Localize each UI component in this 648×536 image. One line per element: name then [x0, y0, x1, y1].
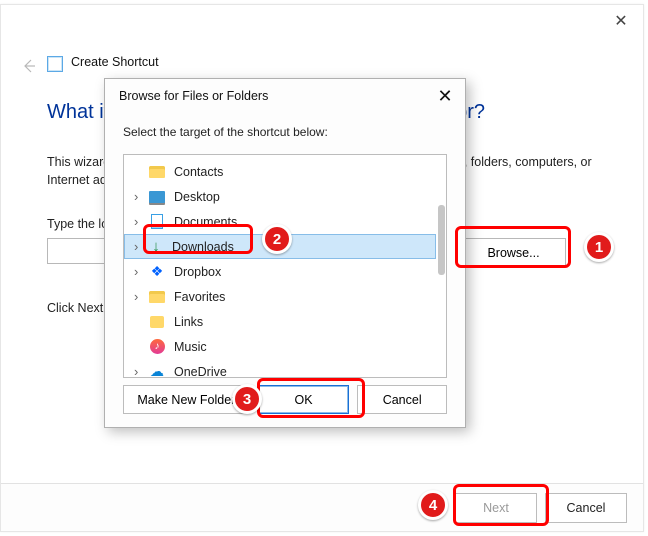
document-icon: [148, 214, 166, 230]
tree-item-label: Downloads: [172, 240, 234, 254]
tree-item-label: Favorites: [174, 290, 225, 304]
tree-item-onedrive[interactable]: ☁ OneDrive: [124, 359, 436, 378]
dropbox-icon: ❖: [148, 264, 166, 280]
tree-item-label: Music: [174, 340, 207, 354]
tree-item-downloads[interactable]: ↓ Downloads: [124, 234, 436, 259]
cancel-dialog-button[interactable]: Cancel: [357, 385, 447, 414]
tree-item-favorites[interactable]: Favorites: [124, 284, 436, 309]
desktop-icon: [148, 189, 166, 205]
folder-icon: [148, 314, 166, 330]
tree-item-desktop[interactable]: Desktop: [124, 184, 436, 209]
scrollbar-thumb[interactable]: [438, 205, 445, 275]
ok-button[interactable]: OK: [258, 385, 350, 414]
download-icon: ↓: [148, 239, 164, 255]
window-title: Create Shortcut: [71, 55, 159, 69]
shortcut-icon: [47, 56, 63, 72]
browse-button[interactable]: Browse...: [461, 238, 566, 267]
music-icon: ♪: [148, 339, 166, 355]
make-new-folder-button[interactable]: Make New Folder: [123, 385, 250, 414]
tree-item-label: OneDrive: [174, 365, 227, 379]
folder-tree[interactable]: Contacts Desktop Documents ↓ Downloads ❖…: [123, 154, 447, 378]
tree-item-label: Desktop: [174, 190, 220, 204]
tree-item-dropbox[interactable]: ❖ Dropbox: [124, 259, 436, 284]
tree-item-contacts[interactable]: Contacts: [124, 159, 436, 184]
arrow-left-icon: [19, 57, 37, 75]
tree-item-music[interactable]: ♪ Music: [124, 334, 436, 359]
onedrive-icon: ☁: [148, 364, 166, 379]
footer: Next Cancel: [1, 483, 643, 531]
dialog-buttons: Make New Folder OK Cancel: [123, 385, 447, 415]
close-icon: ✕: [614, 11, 627, 31]
dialog-close-button[interactable]: ✕: [433, 85, 457, 107]
tree-item-documents[interactable]: Documents: [124, 209, 436, 234]
next-button[interactable]: Next: [455, 493, 537, 523]
tree-item-label: Dropbox: [174, 265, 221, 279]
tree-item-label: Links: [174, 315, 203, 329]
dialog-instruction: Select the target of the shortcut below:: [123, 125, 328, 139]
folder-tree-inner: Contacts Desktop Documents ↓ Downloads ❖…: [124, 155, 436, 377]
folder-icon: [148, 164, 166, 180]
browse-dialog: Browse for Files or Folders ✕ Select the…: [104, 78, 466, 428]
back-button[interactable]: [19, 57, 37, 78]
tree-item-label: Contacts: [174, 165, 223, 179]
tree-item-label: Documents: [174, 215, 237, 229]
tree-item-links[interactable]: Links: [124, 309, 436, 334]
close-icon: ✕: [437, 86, 452, 107]
dialog-title: Browse for Files or Folders: [119, 89, 268, 103]
cancel-button[interactable]: Cancel: [545, 493, 627, 523]
folder-icon: [148, 289, 166, 305]
window-close-button[interactable]: ✕: [607, 9, 635, 33]
